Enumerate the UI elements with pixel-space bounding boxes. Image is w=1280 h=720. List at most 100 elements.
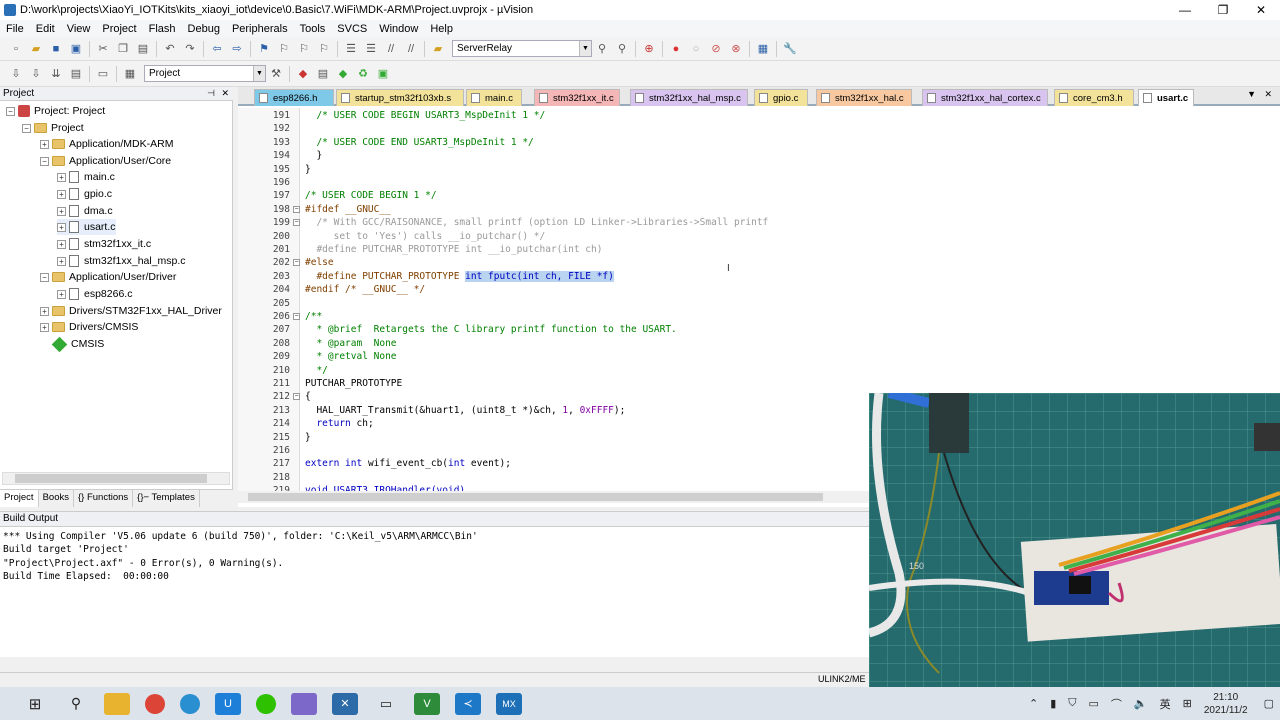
close-button[interactable]: ✕	[1242, 0, 1280, 20]
new-file-icon[interactable]: ▫	[8, 41, 24, 57]
expand-icon[interactable]: +	[57, 256, 66, 266]
close-tab-icon[interactable]: ✕	[1264, 89, 1272, 100]
indent-icon[interactable]: ☰	[343, 41, 359, 57]
menu-project[interactable]: Project	[96, 23, 142, 35]
menu-debug[interactable]: Debug	[182, 23, 226, 35]
chrome-icon[interactable]	[145, 693, 165, 714]
tree-item-it-c[interactable]: + stm32f1xx_it.c	[57, 236, 151, 252]
editor-tab[interactable]: stm32f1xx_it.c	[534, 89, 620, 106]
maximize-button[interactable]: ❐	[1204, 0, 1242, 20]
editor-tab[interactable]: stm32f1xx_hal_msp.c	[630, 89, 748, 106]
breakpoint-clear-icon[interactable]: ⊘	[708, 41, 724, 57]
expand-icon[interactable]: +	[57, 206, 66, 216]
build-icon[interactable]: ⇩	[28, 66, 44, 82]
tree-item-hal-driver[interactable]: + Drivers/STM32F1xx_HAL_Driver	[40, 303, 222, 319]
find-in-files-icon[interactable]: ▰	[430, 41, 446, 57]
window-layout-icon[interactable]: ▦	[755, 41, 771, 57]
expand-icon[interactable]: +	[57, 222, 66, 232]
paste-icon[interactable]: ▤	[135, 41, 151, 57]
undo-icon[interactable]: ↶	[162, 41, 178, 57]
download-icon[interactable]: ▭	[95, 66, 111, 82]
breakpoint-disable-icon[interactable]: ○	[688, 41, 704, 57]
editor-tab[interactable]: core_cm3.h	[1054, 89, 1134, 106]
bookmark-prev-icon[interactable]: ⚐	[276, 41, 292, 57]
run-time-env-icon[interactable]: ▣	[375, 66, 391, 82]
nav-back-icon[interactable]: ⇦	[209, 41, 225, 57]
project-hscrollbar[interactable]	[2, 472, 230, 485]
file-explorer-icon[interactable]	[104, 692, 130, 715]
expand-icon[interactable]: +	[40, 322, 49, 332]
editor-tab[interactable]: stm32f1xx_hal_cortex.c	[922, 89, 1048, 106]
stm32cubemx-icon[interactable]: MX	[496, 692, 522, 715]
bookmark-clear-icon[interactable]: ⚐	[316, 41, 332, 57]
bookmark-icon[interactable]: ⚑	[256, 41, 272, 57]
uncomment-icon[interactable]: //	[403, 41, 419, 57]
build-output-hscrollbar[interactable]	[0, 657, 870, 669]
tray-up-chevron-icon[interactable]: ⌃	[1029, 697, 1038, 710]
minimize-button[interactable]: —	[1166, 0, 1204, 20]
tree-item-user-driver[interactable]: − Application/User/Driver	[40, 269, 176, 285]
tree-item-usart-c[interactable]: + usart.c	[57, 219, 116, 235]
app-u-icon[interactable]: U	[215, 692, 241, 715]
notification-icon[interactable]: ▢	[1264, 697, 1274, 710]
collapse-icon[interactable]: −	[22, 123, 31, 133]
editor-tab[interactable]: gpio.c	[754, 89, 808, 106]
tray-battery-icon[interactable]: ▭	[1089, 697, 1099, 710]
target-options-icon[interactable]: ▦	[122, 66, 138, 82]
menu-tools[interactable]: Tools	[294, 23, 332, 35]
tree-item-main-c[interactable]: + main.c	[57, 169, 115, 185]
expand-icon[interactable]: +	[40, 306, 49, 316]
editor-tab[interactable]: startup_stm32f103xb.s	[336, 89, 464, 106]
menu-peripherals[interactable]: Peripherals	[226, 23, 294, 35]
editor-tab[interactable]: stm32f1xx_hal.c	[816, 89, 912, 106]
close-panel-icon[interactable]: ✕	[221, 87, 229, 100]
tree-item-project-root[interactable]: − Project: Project	[6, 103, 105, 119]
batch-build-icon[interactable]: ▤	[68, 66, 84, 82]
save-icon[interactable]: ■	[48, 41, 64, 57]
app-x-icon[interactable]: ✕	[332, 692, 358, 715]
breakpoint-icon[interactable]: ●	[668, 41, 684, 57]
tab-list-chevron-icon[interactable]: ▼	[1247, 89, 1256, 99]
select-packs-icon[interactable]: ♻	[355, 66, 371, 82]
tray-volume-icon[interactable]: 🔈	[1134, 697, 1148, 710]
keil-icon[interactable]: V	[414, 692, 440, 715]
wechat-icon[interactable]	[256, 693, 276, 714]
project-target-combo[interactable]: Project ▼	[144, 65, 266, 82]
incremental-find-icon[interactable]: ⚲	[614, 41, 630, 57]
open-file-icon[interactable]: ▰	[28, 41, 44, 57]
tray-shield-icon[interactable]: ⛉	[1068, 697, 1076, 710]
tree-item-dma-c[interactable]: + dma.c	[57, 203, 113, 219]
search-icon[interactable]: ⚲	[63, 693, 89, 715]
menu-help[interactable]: Help	[424, 23, 459, 35]
editor-tab[interactable]: main.c	[466, 89, 522, 106]
tree-item-hal-msp-c[interactable]: + stm32f1xx_hal_msp.c	[57, 253, 186, 269]
manage-components-icon[interactable]: ◆	[295, 66, 311, 82]
target-combo[interactable]: ServerRelay ▼	[452, 40, 592, 57]
vscode-icon[interactable]: ≺	[455, 692, 481, 715]
expand-icon[interactable]: +	[57, 172, 66, 182]
bookmark-next-icon[interactable]: ⚐	[296, 41, 312, 57]
windows-start-icon[interactable]: ⊞	[22, 693, 48, 715]
pin-icon[interactable]: ⊣	[207, 87, 215, 100]
nav-forward-icon[interactable]: ⇨	[229, 41, 245, 57]
expand-icon[interactable]: +	[57, 289, 66, 299]
pack-installer-icon[interactable]: ◆	[335, 66, 351, 82]
collapse-icon[interactable]: −	[40, 272, 49, 282]
edge-icon[interactable]	[180, 693, 200, 714]
tree-item-cmsis-folder[interactable]: + Drivers/CMSIS	[40, 319, 138, 335]
menu-view[interactable]: View	[61, 23, 97, 35]
file-extensions-icon[interactable]: ▤	[315, 66, 331, 82]
unindent-icon[interactable]: ☰	[363, 41, 379, 57]
build-output-pane[interactable]: *** Using Compiler 'V5.06 update 6 (buil…	[0, 527, 870, 657]
menu-window[interactable]: Window	[373, 23, 424, 35]
save-all-icon[interactable]: ▣	[68, 41, 84, 57]
files-app-icon[interactable]	[291, 692, 317, 715]
editor-tab-active[interactable]: usart.c	[1138, 89, 1194, 106]
menu-edit[interactable]: Edit	[30, 23, 61, 35]
copy-icon[interactable]: ❐	[115, 41, 131, 57]
tree-item-user-core[interactable]: − Application/User/Core	[40, 153, 171, 169]
tree-item-mdk-arm[interactable]: + Application/MDK-ARM	[40, 136, 173, 152]
tab-books[interactable]: Books	[39, 490, 74, 507]
tree-item-esp8266-c[interactable]: + esp8266.c	[57, 286, 132, 302]
tree-item-cmsis[interactable]: CMSIS	[51, 336, 104, 352]
